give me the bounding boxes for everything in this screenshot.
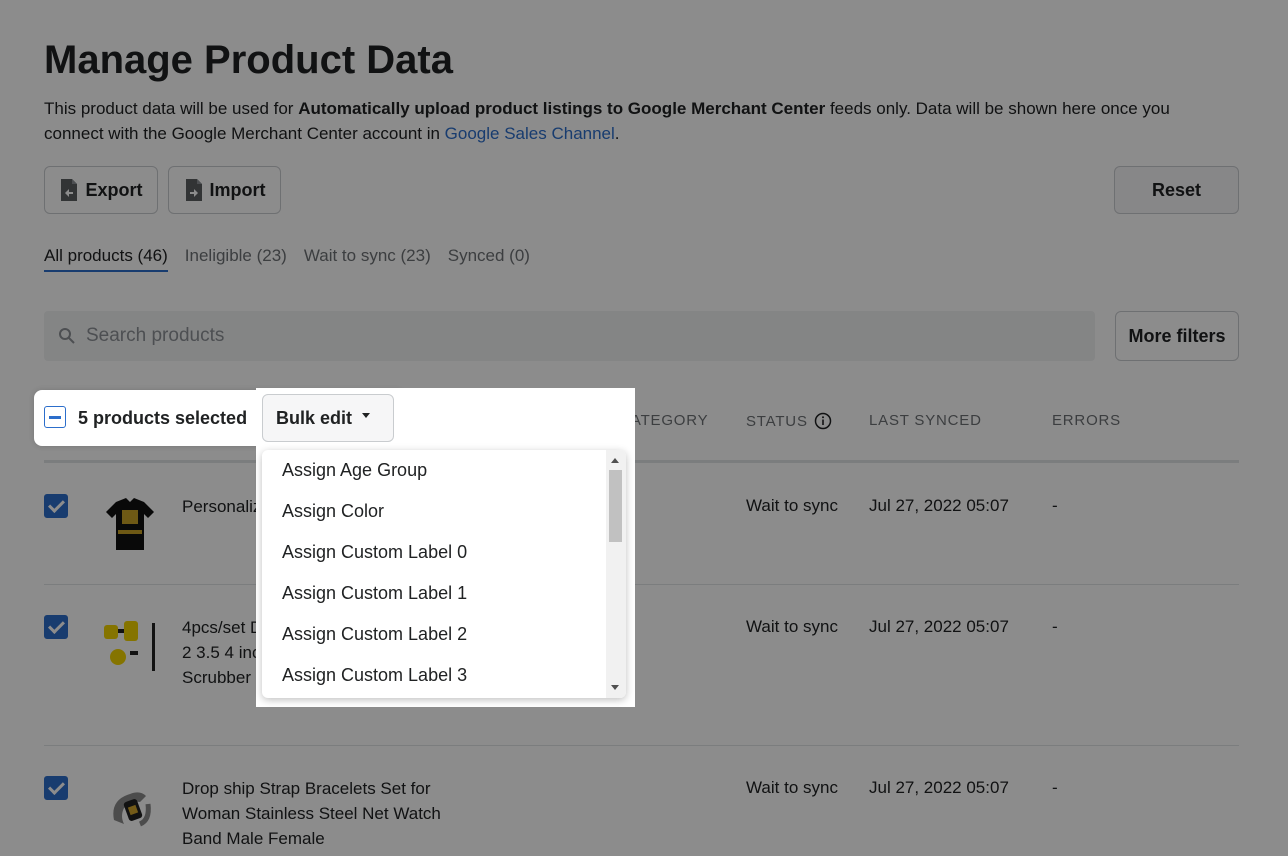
scroll-up-arrow-icon[interactable]: [611, 458, 619, 463]
menu-item-assign-custom-label-2[interactable]: Assign Custom Label 2: [262, 614, 626, 655]
menu-item-assign-age-group[interactable]: Assign Age Group: [262, 450, 626, 491]
bulk-edit-menu: Assign Age Group Assign Color Assign Cus…: [262, 450, 626, 698]
bulk-edit-label: Bulk edit: [276, 407, 353, 428]
menu-item-assign-custom-label-3[interactable]: Assign Custom Label 3: [262, 655, 626, 696]
menu-item-assign-color[interactable]: Assign Color: [262, 491, 626, 532]
selected-count: 5 products selected: [78, 408, 248, 428]
menu-item-assign-custom-label-1[interactable]: Assign Custom Label 1: [262, 573, 626, 614]
caret-down-icon: [362, 412, 371, 418]
select-all-checkbox[interactable]: [44, 406, 66, 428]
bulk-edit-button[interactable]: Bulk edit: [262, 394, 394, 442]
page: Manage Product Data This product data wi…: [0, 0, 1288, 856]
scroll-down-arrow-icon[interactable]: [611, 685, 619, 690]
menu-scrollbar[interactable]: [606, 450, 626, 698]
menu-item-assign-custom-label-0[interactable]: Assign Custom Label 0: [262, 532, 626, 573]
scrollbar-thumb[interactable]: [609, 470, 622, 542]
